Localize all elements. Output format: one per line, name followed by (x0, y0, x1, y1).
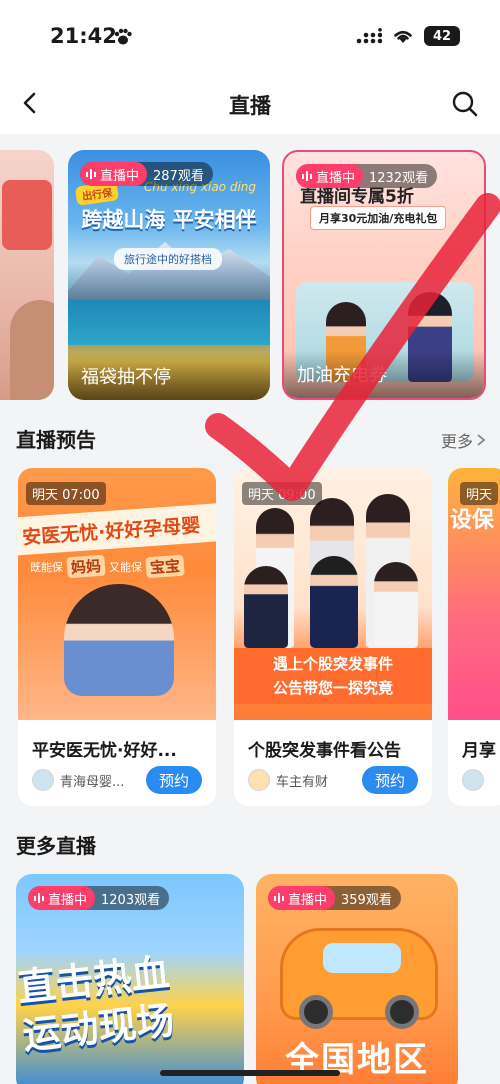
live-tag: 直播中 (28, 886, 96, 910)
preview-card[interactable]: 安医无忧·好好孕母婴 既能保 妈妈 又能保 宝宝 明天 07:00 平安医无忧·… (18, 468, 216, 806)
more-link[interactable]: 更多 (441, 428, 486, 452)
nav-bar: 直播 (0, 72, 500, 134)
card-headline: 直击热血 运动现场 (16, 950, 177, 1058)
signal-icon (356, 28, 382, 44)
live-badge: 直播中 1203观看 (28, 886, 170, 910)
section-title-more-live: 更多直播 (16, 834, 96, 858)
preview-title: 月享 (462, 741, 496, 761)
preview-title: 平安医无忧·好好... (32, 741, 177, 761)
host-name: 车主有财 (276, 774, 329, 790)
preview-cover: 安医无忧·好好孕母婴 既能保 妈妈 又能保 宝宝 明天 07:00 (18, 468, 216, 720)
avatar (462, 769, 484, 791)
search-icon[interactable] (450, 89, 480, 119)
status-icons: 42 (356, 26, 460, 46)
page-title: 直播 (229, 94, 271, 118)
live-tag: 直播中 (80, 162, 148, 186)
live-card-travel[interactable]: 出行保 Chu xing xiao ding 跨越山海 平安相伴 旅行途中的好搭… (68, 150, 270, 400)
status-bar: 21:42 42 (0, 0, 500, 72)
live-card-sports[interactable]: 直击热血 运动现场 直播中 1203观看 (16, 874, 244, 1084)
preview-time: 明天 07:00 (26, 482, 106, 505)
preview-cover: 设保 明天 (448, 468, 500, 720)
page: 21:42 42 直播 出行保 Chu xing xiao ding 跨越山海 … (0, 0, 500, 1084)
paw-icon (114, 28, 132, 45)
viewer-count: 287观看 (153, 168, 204, 184)
live-card-fuel[interactable]: 直播间专属5折 月享30元加油/充电礼包 直播中 1232观看 加油充电券 (282, 150, 486, 400)
cover-caption-line1: 遇上个股突发事件 (272, 655, 393, 673)
host-info: 车主有财 (248, 769, 328, 791)
card-subtitle: 月享30元加油/充电礼包 (310, 206, 447, 230)
car-illustration (280, 928, 438, 1029)
live-tag: 直播中 (268, 886, 336, 910)
preview-cover: 遇上个股突发事件 公告带您一探究竟 明天 09:00 (234, 468, 432, 720)
live-label: 直播中 (288, 892, 328, 908)
lake-scene (68, 300, 270, 345)
preview-card-partial[interactable]: 设保 明天 月享 (448, 468, 500, 806)
reserve-button[interactable]: 预约 (362, 766, 418, 794)
host-info: 青海母婴... (32, 769, 124, 791)
section-title-preview: 直播预告 (16, 428, 96, 452)
card-caption: 福袋抽不停 (68, 352, 270, 400)
live-card-car[interactable]: 全国地区 直播中 359观看 (256, 874, 458, 1084)
mother-illustration (64, 584, 174, 696)
avatar (32, 769, 54, 791)
cover-headline: 设保 (450, 508, 495, 533)
mountain-scene (68, 242, 270, 305)
chevron-right-icon (477, 434, 486, 446)
live-bars-icon (302, 171, 312, 181)
live-label: 直播中 (48, 892, 88, 908)
reserve-button[interactable]: 预约 (146, 766, 202, 794)
viewer-count: 359观看 (341, 892, 392, 908)
card-subtitle: 旅行途中的好搭档 (114, 248, 222, 270)
preview-title: 个股突发事件看公告 (248, 741, 401, 761)
battery-indicator: 42 (424, 26, 460, 46)
live-tag: 直播中 (296, 164, 364, 188)
live-label: 直播中 (316, 170, 356, 186)
more-label: 更多 (440, 432, 473, 451)
live-card-partial[interactable] (0, 150, 54, 400)
preview-card[interactable]: 遇上个股突发事件 公告带您一探究竟 明天 09:00 个股突发事件看公告 车主有… (234, 468, 432, 806)
top-live-row: 出行保 Chu xing xiao ding 跨越山海 平安相伴 旅行途中的好搭… (0, 146, 500, 406)
card-headline: 跨越山海 平安相伴 (81, 208, 257, 232)
preview-time: 明天 09:00 (242, 482, 322, 505)
live-label: 直播中 (100, 168, 140, 184)
viewer-count: 1232观看 (369, 170, 429, 186)
viewer-count: 1203观看 (101, 892, 161, 908)
host-name: 青海母婴... (60, 774, 125, 790)
wifi-icon (394, 30, 412, 43)
cover-subline: 既能保 妈妈 又能保 宝宝 (30, 554, 185, 579)
live-badge: 直播中 1232观看 (296, 164, 438, 188)
avatar (248, 769, 270, 791)
live-bars-icon (34, 893, 44, 903)
live-badge: 直播中 359观看 (268, 886, 401, 910)
live-bars-icon (274, 893, 284, 903)
card-caption: 加油充电券 (284, 350, 484, 398)
cover-caption-line2: 公告带您一探究竟 (272, 679, 393, 697)
cover-caption: 遇上个股突发事件 公告带您一探究竟 (234, 648, 432, 704)
home-indicator (160, 1070, 340, 1076)
live-badge: 直播中 287观看 (80, 162, 213, 186)
live-bars-icon (86, 169, 96, 179)
status-time: 21:42 (50, 24, 117, 48)
cover-banner: 安医无忧·好好孕母婴 (18, 502, 216, 556)
preview-time: 明天 (460, 482, 499, 505)
